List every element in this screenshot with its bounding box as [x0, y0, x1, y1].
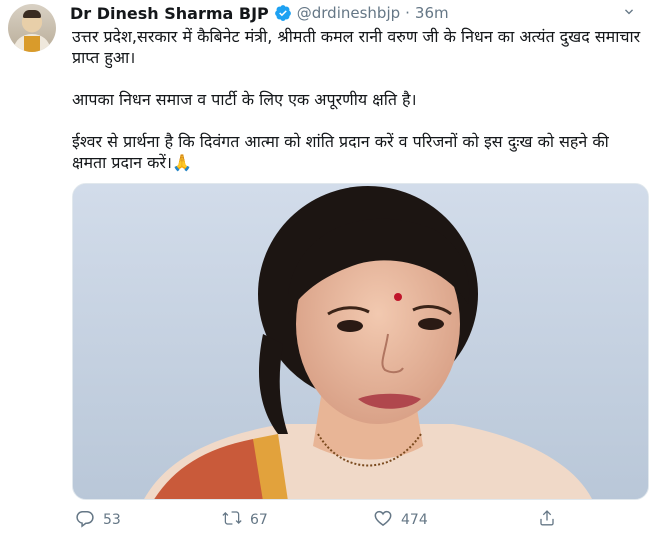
- share-icon: [537, 508, 557, 532]
- avatar-vest: [24, 36, 40, 52]
- author-handle[interactable]: @drdineshbjp: [297, 4, 400, 22]
- heart-icon: [373, 508, 393, 532]
- tweet-header: Dr Dinesh Sharma BJP @drdineshbjp · 36m: [70, 2, 449, 24]
- author-name[interactable]: Dr Dinesh Sharma BJP: [70, 4, 269, 23]
- reply-icon: [75, 508, 95, 532]
- tweet-timestamp[interactable]: 36m: [415, 4, 449, 22]
- like-count: 474: [401, 512, 428, 528]
- portrait-illustration: [73, 184, 648, 499]
- tweet-text: उत्तर प्रदेश,सरकार में कैबिनेट मंत्री, श…: [72, 26, 642, 173]
- reply-button[interactable]: 53: [75, 508, 121, 532]
- separator-dot: ·: [405, 4, 410, 22]
- reply-count: 53: [103, 512, 121, 528]
- verified-badge-icon: [274, 4, 292, 22]
- avatar[interactable]: [8, 4, 56, 52]
- tweet-actions: 53 67 474: [72, 505, 632, 535]
- tweet-paragraph-3: ईश्वर से प्रार्थना है कि दिवंगत आत्मा को…: [72, 132, 609, 172]
- share-button[interactable]: [537, 508, 557, 532]
- avatar-hair: [23, 10, 41, 18]
- retweet-count: 67: [250, 512, 268, 528]
- chevron-down-icon[interactable]: [620, 4, 638, 22]
- tweet-photo[interactable]: [72, 183, 649, 500]
- retweet-icon: [222, 508, 242, 532]
- tweet-card: Dr Dinesh Sharma BJP @drdineshbjp · 36m …: [0, 0, 650, 540]
- tweet-paragraph-2: आपका निधन समाज व पार्टी के लिए एक अपूरणी…: [72, 90, 417, 109]
- retweet-button[interactable]: 67: [222, 508, 268, 532]
- tweet-paragraph-1: उत्तर प्रदेश,सरकार में कैबिनेट मंत्री, श…: [72, 27, 641, 67]
- like-button[interactable]: 474: [373, 508, 428, 532]
